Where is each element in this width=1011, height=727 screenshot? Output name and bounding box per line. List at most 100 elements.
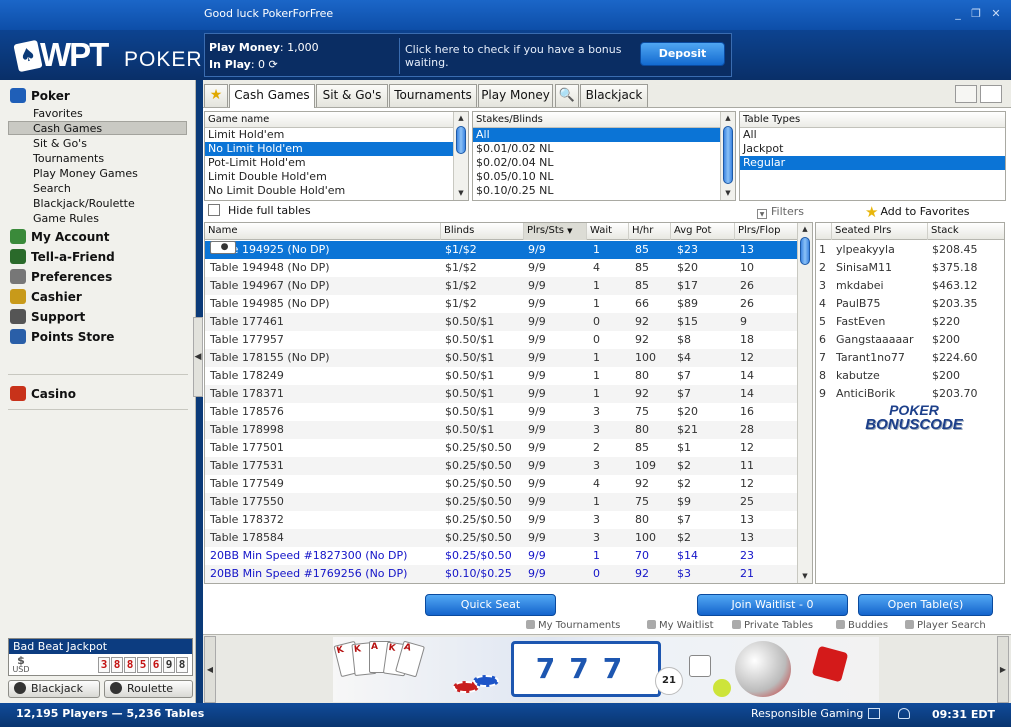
table-row[interactable]: 20BB Min Speed #1769256 (No DP) $0.10/$0.… (205, 565, 799, 583)
grid-view-icon[interactable] (955, 85, 977, 103)
col-plrs-sts[interactable]: Plrs/Sts ▼ (524, 223, 587, 240)
sidebar-item-search[interactable]: Search (33, 182, 71, 197)
seated-row[interactable]: 3 mkdabei $463.12 (816, 277, 1004, 295)
sidebar-item-cash-games[interactable]: Cash Games (33, 122, 102, 137)
table-types-filter[interactable]: Table Types All Jackpot Regular (739, 111, 1006, 201)
tables-scrollbar[interactable]: ▲ ▼ (797, 223, 812, 583)
hide-full-checkbox[interactable] (208, 204, 220, 216)
tab-cash-games[interactable]: Cash Games (229, 84, 315, 108)
sidebar-points-store[interactable]: Points Store (10, 329, 114, 347)
col-name[interactable]: Name (205, 223, 441, 240)
game-name-filter[interactable]: Game name Limit Hold'em No Limit Hold'em P… (204, 111, 469, 201)
add-to-favorites[interactable]: ★ Add to Favorites (865, 203, 969, 221)
seated-row[interactable]: 5 FastEven $220 (816, 313, 1004, 331)
game-option[interactable]: Limit Hold'em (205, 128, 468, 142)
seated-row[interactable]: 4 PaulB75 $203.35 (816, 295, 1004, 313)
table-row[interactable]: Table 178249 $0.50/$1 9/9 1 80 $7 14 (205, 367, 799, 385)
tab-favorites[interactable]: ★ (204, 84, 228, 107)
quick-seat-button[interactable]: Quick Seat (425, 594, 556, 616)
sidebar-support[interactable]: Support (10, 309, 85, 327)
sidebar-item-game-rules[interactable]: Game Rules (33, 212, 99, 227)
table-row[interactable]: Table 178155 (No DP) $0.50/$1 9/9 1 100 $4 12 (205, 349, 799, 367)
table-row[interactable]: Table 178576 $0.50/$1 9/9 3 75 $20 16 (205, 403, 799, 421)
game-option[interactable]: No Limit Double Hold'em (205, 184, 468, 198)
game-option[interactable]: No Limit Hold'em (205, 142, 468, 156)
link-buddies[interactable]: Buddies (836, 620, 888, 631)
tab-search[interactable]: 🔍 (555, 84, 579, 107)
stakes-option[interactable]: $0.05/0.10 NL (473, 170, 735, 184)
table-row[interactable]: Table 177531 $0.25/$0.50 9/9 3 109 $2 11 (205, 457, 799, 475)
responsible-gaming-link[interactable]: Responsible Gaming (751, 707, 863, 720)
game-option[interactable]: Pot-Limit Hold'em (205, 156, 468, 170)
seated-row[interactable]: 1 ylpeakyyla $208.45 (816, 241, 1004, 259)
table-type-option[interactable]: Regular (740, 156, 1005, 170)
col-stack[interactable]: Stack (928, 223, 1004, 240)
stakes-option[interactable]: All (473, 128, 735, 142)
minimize-icon[interactable]: _ (951, 8, 965, 20)
table-row[interactable]: ● Table 194925 (No DP) $1/$2 9/9 1 85 $23 13 (205, 241, 799, 259)
seated-row[interactable]: 8 kabutze $200 (816, 367, 1004, 385)
col-hhr[interactable]: H/hr (629, 223, 671, 240)
tab-sit-and-gos[interactable]: Sit & Go's (316, 84, 388, 107)
table-row[interactable]: 20BB Min Speed #1827300 (No DP) $0.25/$0.… (205, 547, 799, 565)
seated-row[interactable]: 7 Tarant1no77 $224.60 (816, 349, 1004, 367)
sidebar-item-tournaments[interactable]: Tournaments (33, 152, 104, 167)
table-row[interactable]: Table 177957 $0.50/$1 9/9 0 92 $8 18 (205, 331, 799, 349)
open-tables-button[interactable]: Open Table(s) (858, 594, 993, 616)
table-row[interactable]: Table 177461 $0.50/$1 9/9 0 92 $15 9 (205, 313, 799, 331)
blackjack-button[interactable]: Blackjack (8, 680, 100, 698)
sidebar-item-blackjack-roulette[interactable]: Blackjack/Roulette (33, 197, 135, 212)
stakes-option[interactable]: $0.02/0.04 NL (473, 156, 735, 170)
table-row[interactable]: Table 177501 $0.25/$0.50 9/9 2 85 $1 12 (205, 439, 799, 457)
table-row[interactable]: Table 178584 $0.25/$0.50 9/9 3 100 $2 13 (205, 529, 799, 547)
table-type-option[interactable]: Jackpot (740, 142, 1005, 156)
sidebar-cashier[interactable]: Cashier (10, 289, 82, 307)
table-row[interactable]: Table 194948 (No DP) $1/$2 9/9 4 85 $20 10 (205, 259, 799, 277)
sidebar-item-favorites[interactable]: Favorites (33, 107, 83, 122)
sidebar-casino[interactable]: Casino (10, 386, 76, 404)
close-icon[interactable]: ✕ (989, 8, 1003, 20)
table-row[interactable]: Table 194967 (No DP) $1/$2 9/9 1 85 $17 26 (205, 277, 799, 295)
restore-icon[interactable]: ❐ (969, 8, 983, 20)
table-row[interactable]: Table 177550 $0.25/$0.50 9/9 1 75 $9 25 (205, 493, 799, 511)
stakes-option[interactable]: $0.01/0.02 NL (473, 142, 735, 156)
bonus-check-link[interactable]: Click here to check if you have a bonus … (405, 43, 635, 69)
tab-tournaments[interactable]: Tournaments (389, 84, 477, 107)
link-player-search[interactable]: Player Search (905, 620, 986, 631)
link-private-tables[interactable]: Private Tables (732, 620, 813, 631)
list-view-icon[interactable] (980, 85, 1002, 103)
table-row[interactable]: Table 178371 $0.50/$1 9/9 1 92 $7 14 (205, 385, 799, 403)
link-my-tournaments[interactable]: My Tournaments (526, 620, 620, 631)
table-type-option[interactable]: All (740, 128, 1005, 142)
roulette-button[interactable]: Roulette (104, 680, 193, 698)
hide-full-tables[interactable]: Hide full tables (208, 204, 311, 217)
banner-prev-arrow[interactable]: ◀ (204, 636, 216, 703)
bad-beat-jackpot[interactable]: Bad Beat Jackpot $ USD 3 8 8 5 6 9 8 (8, 638, 193, 676)
stakes-option[interactable]: $0.10/0.25 NL (473, 184, 735, 198)
tab-blackjack[interactable]: Blackjack (580, 84, 648, 107)
promo-banner[interactable]: ◀ K K A K A 777 21 ▶ (203, 634, 1011, 703)
col-plrs-flop[interactable]: Plrs/Flop (735, 223, 799, 240)
sidebar-item-play-money-games[interactable]: Play Money Games (33, 167, 138, 182)
seated-row[interactable]: 2 SinisaM11 $375.18 (816, 259, 1004, 277)
col-avg-pot[interactable]: Avg Pot (671, 223, 735, 240)
link-my-waitlist[interactable]: My Waitlist (647, 620, 714, 631)
watching-eye-icon[interactable]: ● (210, 241, 236, 254)
sidebar-collapse-handle[interactable]: ◀ (193, 317, 203, 397)
seated-row[interactable]: 6 Gangstaaaaar $200 (816, 331, 1004, 349)
stakes-scrollbar[interactable]: ▲ ▼ (720, 112, 735, 200)
sidebar-tell-a-friend[interactable]: Tell-a-Friend (10, 249, 115, 267)
col-blinds[interactable]: Blinds (441, 223, 524, 240)
table-row[interactable]: Table 178998 $0.50/$1 9/9 3 80 $21 28 (205, 421, 799, 439)
banner-next-arrow[interactable]: ▶ (997, 636, 1009, 703)
stakes-filter[interactable]: Stakes/Blinds All $0.01/0.02 NL $0.02/0.04… (472, 111, 736, 201)
filters-toggle[interactable]: ▼ Filters (757, 205, 804, 219)
col-seated-plrs[interactable]: Seated Plrs (832, 223, 928, 240)
casino-games-art[interactable]: K K A K A 777 21 (333, 637, 879, 702)
table-row[interactable]: Table 177549 $0.25/$0.50 9/9 4 92 $2 12 (205, 475, 799, 493)
seated-row[interactable]: 9 AnticiBorik $203.70 (816, 385, 1004, 403)
refresh-icon[interactable]: ⟳ (269, 58, 278, 71)
sidebar-item-sit-and-gos[interactable]: Sit & Go's (33, 137, 87, 152)
sidebar-poker[interactable]: Poker (10, 88, 70, 106)
table-row[interactable]: Table 194985 (No DP) $1/$2 9/9 1 66 $89 26 (205, 295, 799, 313)
